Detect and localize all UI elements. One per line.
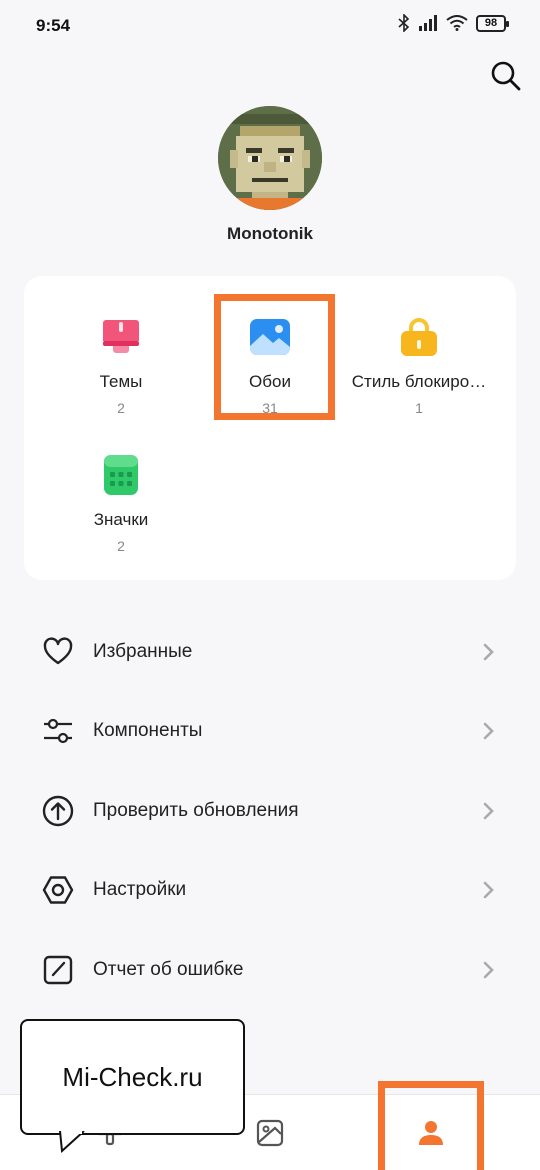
menu-item-bug-report[interactable]: Отчет об ошибке	[0, 930, 540, 1010]
menu-list: Избранные Компоненты Проверить обновлени…	[0, 612, 540, 1010]
battery-indicator: 98	[476, 14, 509, 32]
menu-item-favorites[interactable]: Избранные	[0, 612, 540, 692]
category-label: Темы	[99, 372, 143, 391]
category-count: 2	[117, 400, 125, 416]
themes-icon	[100, 316, 142, 358]
chevron-right-icon	[483, 881, 494, 899]
menu-item-label: Избранные	[93, 640, 193, 662]
search-icon	[491, 61, 521, 91]
menu-item-settings[interactable]: Настройки	[0, 851, 540, 931]
profile-tab-highlight-annotation	[378, 1081, 484, 1170]
bubble-tail	[59, 1131, 85, 1153]
status-bar: 9:54 98	[0, 0, 540, 52]
status-time: 9:54	[36, 16, 71, 35]
watermark-bubble: Mi-Check.ru	[20, 1019, 245, 1135]
icons-icon	[100, 454, 142, 496]
wallpapers-highlight-annotation	[214, 294, 335, 420]
status-icons: 98	[398, 14, 509, 32]
category-count: 1	[415, 400, 423, 416]
bluetooth-icon	[398, 14, 410, 32]
chevron-right-icon	[483, 961, 494, 979]
search-button[interactable]	[490, 60, 522, 92]
menu-item-label: Отчет об ошибке	[93, 958, 244, 980]
menu-item-label: Компоненты	[93, 720, 203, 742]
wifi-icon	[446, 15, 468, 31]
heart-icon	[43, 637, 73, 664]
category-label: Стиль блокиро…	[351, 372, 487, 391]
username: Monotonik	[227, 224, 313, 243]
menu-item-check-updates[interactable]: Проверить обновления	[0, 771, 540, 851]
avatar[interactable]	[218, 106, 322, 210]
update-icon	[42, 795, 74, 826]
feedback-icon	[43, 955, 73, 984]
sliders-icon	[44, 719, 72, 744]
lock-style-icon	[398, 316, 440, 358]
chevron-right-icon	[483, 643, 494, 661]
menu-item-components[interactable]: Компоненты	[0, 692, 540, 772]
category-icons[interactable]: Значки 2	[46, 454, 196, 554]
wallpaper-tab-icon	[256, 1119, 284, 1147]
menu-item-label: Проверить обновления	[93, 799, 299, 821]
battery-level: 98	[484, 17, 498, 29]
chevron-right-icon	[483, 722, 494, 740]
menu-item-label: Настройки	[93, 879, 187, 901]
category-count: 2	[117, 538, 125, 554]
category-label: Значки	[93, 510, 149, 529]
signal-icon	[419, 15, 437, 31]
watermark-text: Mi-Check.ru	[62, 1061, 203, 1092]
category-themes[interactable]: Темы 2	[46, 316, 196, 416]
settings-icon	[42, 876, 74, 904]
chevron-right-icon	[483, 802, 494, 820]
category-lock-style[interactable]: Стиль блокиро… 1	[344, 316, 494, 416]
pixel-face-avatar-image	[218, 106, 322, 210]
